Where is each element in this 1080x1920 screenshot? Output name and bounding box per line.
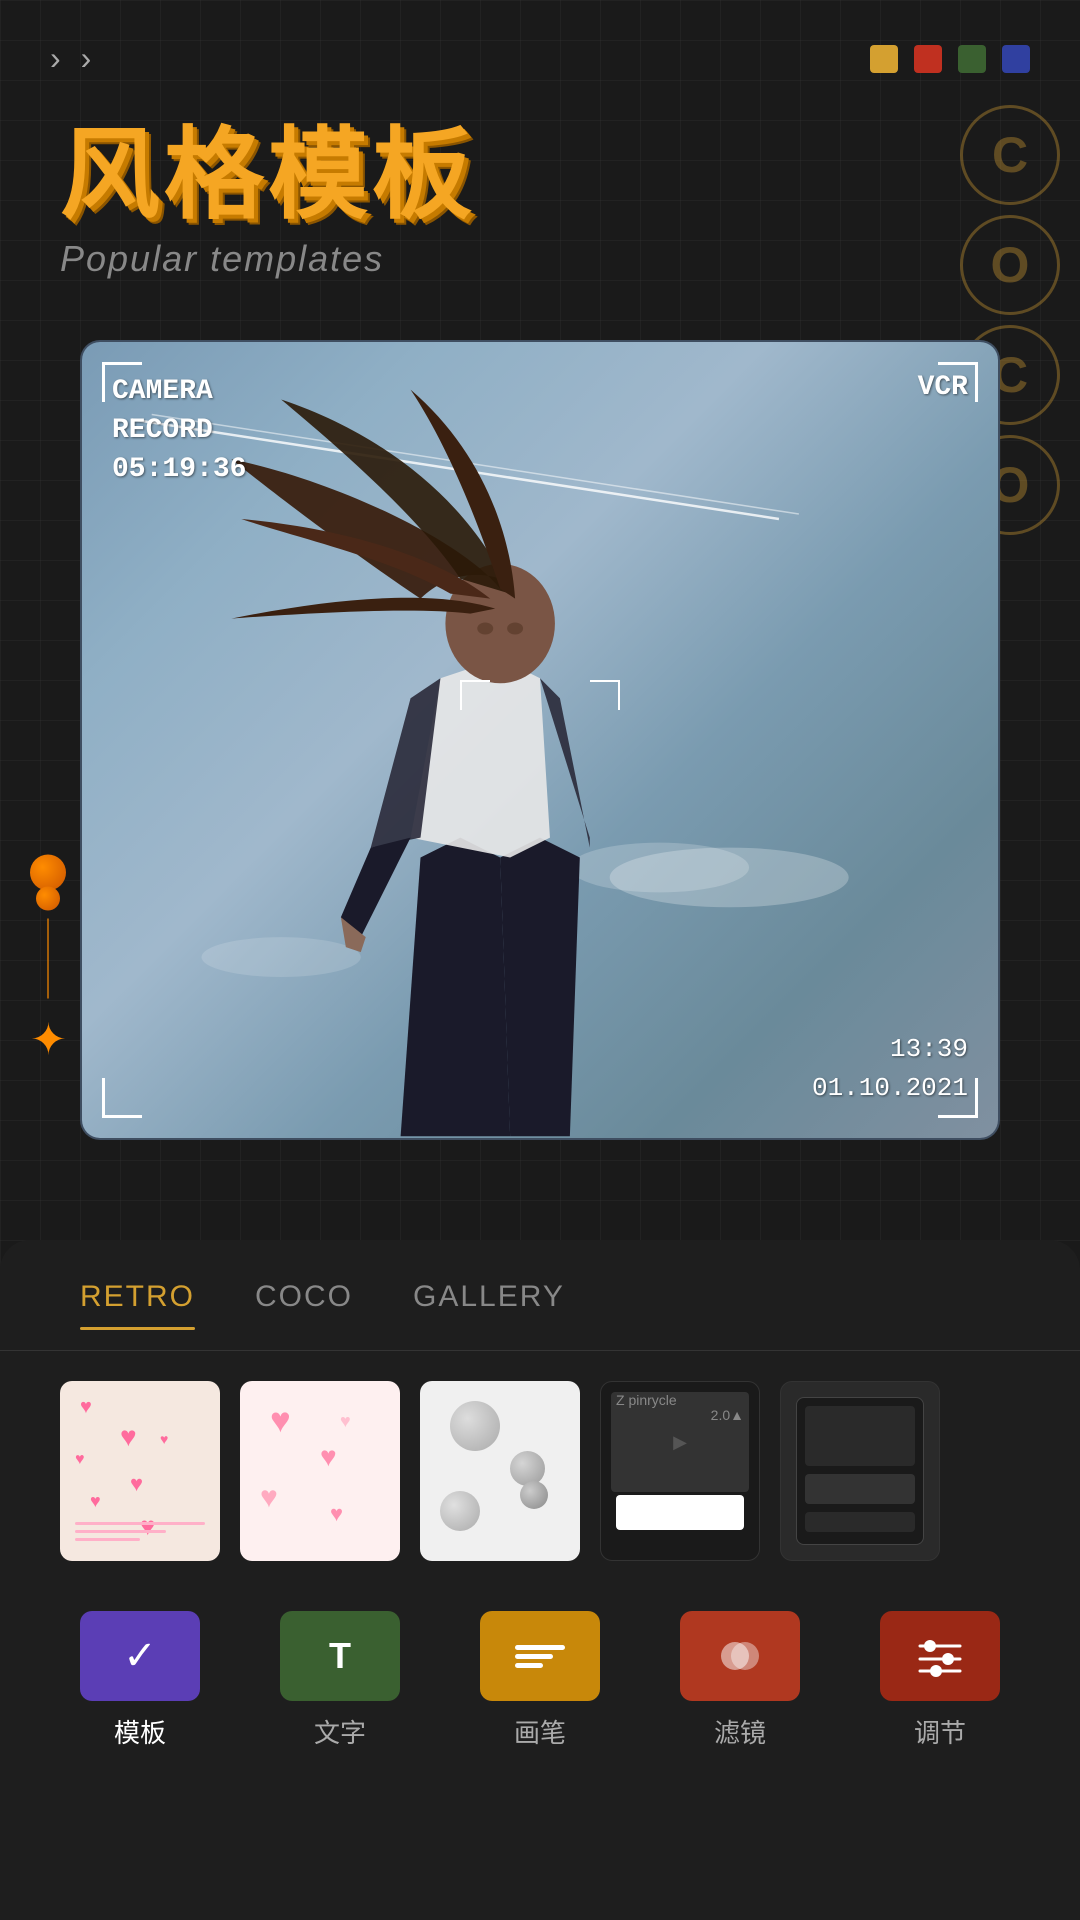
template-tabs: RETRO COCO GALLERY (0, 1240, 1080, 1351)
tool-text-icon: T (280, 1611, 400, 1701)
vcr-type-label: VCR (918, 372, 968, 403)
orange-ball-small (36, 887, 60, 911)
filter-icon (715, 1631, 765, 1681)
color-dot-red[interactable] (914, 45, 942, 73)
star-icon: ✦ (30, 1015, 67, 1066)
template-thumb-5[interactable] (780, 1381, 940, 1561)
vcr-timecode: 05:19:36 (112, 450, 246, 489)
color-dot-green[interactable] (958, 45, 986, 73)
tool-filter[interactable]: 滤镜 (680, 1611, 800, 1750)
tab-gallery[interactable]: GALLERY (413, 1280, 565, 1330)
color-dots (870, 45, 1030, 73)
template-thumb-3[interactable] (420, 1381, 580, 1561)
title-section: 风格模板 Popular templates (60, 120, 476, 280)
template-thumb-1[interactable]: ♥ ♥ ♥ ♥ ♥ ♥ ♥ (60, 1381, 220, 1561)
tab-coco[interactable]: COCO (255, 1280, 353, 1330)
tool-filter-label: 滤镜 (714, 1713, 766, 1750)
focus-bracket-tl (460, 680, 490, 710)
focus-bracket-tr (590, 680, 620, 710)
vcr-record-label: RECORD (112, 411, 246, 450)
template-thumbnails-row: ♥ ♥ ♥ ♥ ♥ ♥ ♥ ♥ ♥ ♥ ♥ ♥ (0, 1351, 1080, 1591)
nav-arrow-2[interactable]: › (81, 40, 92, 77)
bottom-panel: RETRO COCO GALLERY ♥ ♥ ♥ ♥ ♥ ♥ ♥ ♥ ♥ ♥ ♥ (0, 1240, 1080, 1920)
tool-adjust-icon (880, 1611, 1000, 1701)
nav-arrows: › › (50, 40, 91, 77)
vcr-date: 01.10.2021 (812, 1069, 968, 1108)
page-title-zh: 风格模板 (60, 120, 476, 230)
tab-retro[interactable]: RETRO (80, 1280, 195, 1330)
orange-ball-large (30, 855, 66, 891)
page-title-en: Popular templates (60, 238, 476, 280)
deco-letter-o1: O (960, 215, 1060, 315)
tool-text[interactable]: T 文字 (280, 1611, 400, 1750)
tool-text-label: 文字 (314, 1713, 366, 1750)
vcr-time: 13:39 (812, 1030, 968, 1069)
adjust-icon (912, 1631, 968, 1681)
nav-arrow-1[interactable]: › (50, 40, 61, 77)
tool-template-icon: ✓ (80, 1611, 200, 1701)
vcr-camera-label: CAMERA (112, 372, 246, 411)
tool-brush-icon (480, 1611, 600, 1701)
tool-brush-label: 画笔 (514, 1713, 566, 1750)
template-thumb-2[interactable]: ♥ ♥ ♥ ♥ ♥ (240, 1381, 400, 1561)
brush-icon (515, 1645, 565, 1668)
vcr-info-top-left: CAMERA RECORD 05:19:36 (112, 372, 246, 490)
vertical-line (47, 919, 49, 999)
top-nav: › › (0, 40, 1080, 77)
tool-adjust[interactable]: 调节 (880, 1611, 1000, 1750)
color-dot-blue[interactable] (1002, 45, 1030, 73)
tool-brush[interactable]: 画笔 (480, 1611, 600, 1750)
tool-template[interactable]: ✓ 模板 (80, 1611, 200, 1750)
left-decoration: ✦ (30, 855, 67, 1066)
tool-adjust-label: 调节 (914, 1713, 966, 1750)
main-preview-image: CAMERA RECORD 05:19:36 VCR 13:39 01.10.2… (80, 340, 1000, 1140)
thumb-white-bar (616, 1495, 744, 1530)
vcr-corner-bl (102, 1078, 142, 1118)
vcr-datetime: 13:39 01.10.2021 (812, 1030, 968, 1108)
template-thumb-4[interactable]: ▶ Z pinrycle 2.0▲ (600, 1381, 760, 1561)
color-dot-gold[interactable] (870, 45, 898, 73)
tool-filter-icon (680, 1611, 800, 1701)
bottom-toolbar: ✓ 模板 T 文字 画笔 (0, 1591, 1080, 1770)
tool-template-label: 模板 (114, 1713, 166, 1750)
deco-letter-c1: C (960, 105, 1060, 205)
text-icon: T (329, 1635, 351, 1677)
check-icon: ✓ (123, 1633, 157, 1679)
